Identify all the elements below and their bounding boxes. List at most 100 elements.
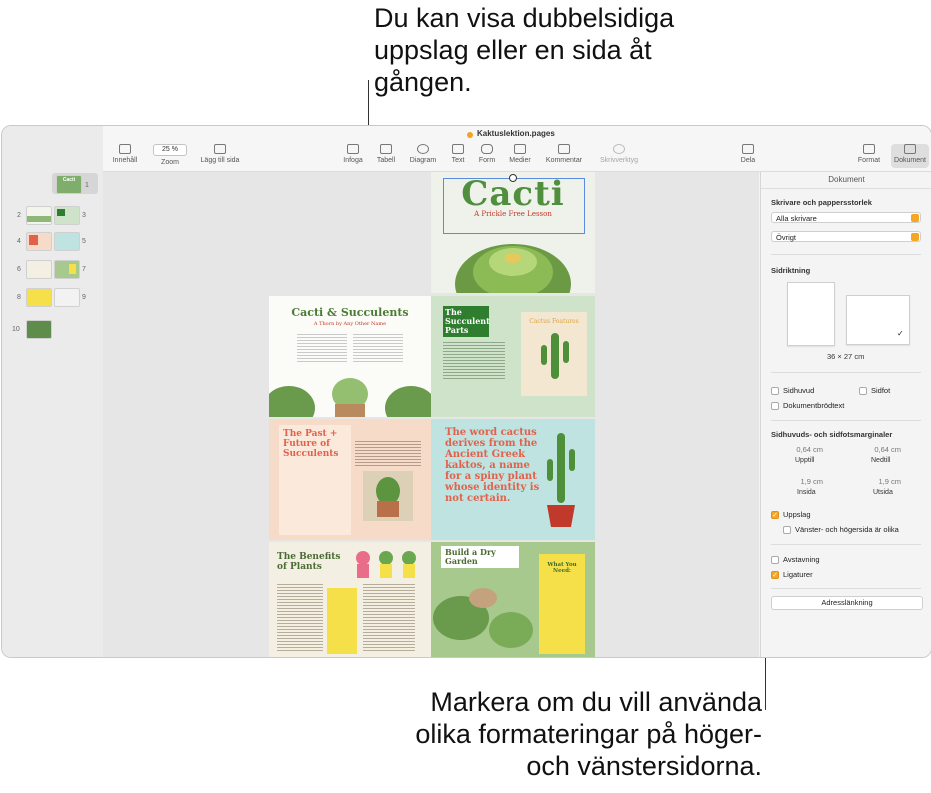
paper-size-popup[interactable]: Övrigt — [771, 231, 921, 242]
top-label: Upptill — [795, 457, 815, 464]
left-right-different-checkbox-box[interactable] — [783, 525, 791, 534]
footer-bottom-margin-field[interactable]: 0,64 cm — [851, 445, 901, 454]
page-3-cactus-illustration — [541, 333, 569, 379]
page-4-body-text — [355, 439, 421, 467]
page-2-body-text-2 — [353, 332, 403, 362]
table-label: Tabell — [376, 157, 396, 164]
page-6[interactable]: The Benefits of Plants — [269, 542, 431, 657]
shape-label: Form — [478, 157, 496, 164]
header-checkbox-box[interactable] — [771, 386, 779, 395]
table-button[interactable]: Tabell — [366, 144, 406, 164]
printer-popup-value: Alla skrivare — [776, 214, 817, 223]
comment-label: Kommentar — [545, 157, 583, 164]
page-3[interactable]: The Succulent Parts Cactus Features — [431, 296, 595, 417]
portrait-orientation-option[interactable] — [787, 282, 835, 346]
chart-label: Diagram — [409, 157, 437, 164]
divider — [771, 420, 921, 421]
facing-pages-checkbox-box[interactable]: ✓ — [771, 510, 779, 519]
comment-icon — [558, 144, 570, 154]
document-body-checkbox[interactable]: Dokumentbrödtext — [771, 401, 844, 410]
media-button[interactable]: Medier — [500, 144, 540, 164]
document-body-checkbox-box[interactable] — [771, 401, 779, 410]
selection-handle-top[interactable] — [509, 174, 517, 182]
inside-label: Insida — [797, 489, 816, 496]
left-right-different-checkbox[interactable]: Vänster- och högersida är olika — [783, 525, 899, 534]
pages-window: Cacti 1 2 3 4 5 6 7 8 9 10 Kaktuslektion… — [1, 125, 931, 658]
page-3-title: The Succulent Parts — [443, 306, 490, 337]
footer-checkbox[interactable]: Sidfot — [859, 386, 890, 395]
document-label: Dokument — [894, 157, 926, 164]
outside-label: Utsida — [873, 489, 893, 496]
thumbnail-page-3[interactable] — [54, 206, 80, 225]
thumbnail-page-1[interactable]: Cacti — [56, 175, 82, 194]
thumbnail-number-6: 6 — [17, 266, 21, 273]
thumbnail-page-4[interactable] — [26, 232, 52, 251]
divider — [771, 254, 921, 255]
format-button[interactable]: Format — [849, 144, 889, 164]
insert-icon — [347, 144, 359, 154]
ligatures-checkbox-box[interactable]: ✓ — [771, 570, 779, 579]
outside-margin-field[interactable]: 1,9 cm — [851, 477, 901, 486]
zoom-control[interactable]: 25 % Zoom — [150, 144, 190, 166]
page-cover[interactable]: Cacti A Prickle Free Lesson — [431, 172, 595, 293]
hyphenation-checkbox-box[interactable] — [771, 555, 779, 564]
writing-tools-label: Skrivverktyg — [599, 157, 639, 164]
paper-size-popup-value: Övrigt — [776, 233, 797, 242]
document-canvas[interactable]: Cacti A Prickle Free Lesson Cacti & Succ… — [103, 172, 759, 657]
table-icon — [380, 144, 392, 154]
page-6-body-text — [277, 582, 323, 652]
add-page-label: Lägg till sida — [200, 157, 240, 164]
inspector-tab-document[interactable]: Dokument — [761, 172, 931, 189]
writing-tools-button[interactable]: Skrivverktyg — [599, 144, 639, 164]
page-6-title: The Benefits of Plants — [277, 552, 341, 572]
selection-box[interactable] — [443, 178, 585, 234]
thumbnail-number-7: 7 — [82, 266, 86, 273]
comment-button[interactable]: Kommentar — [544, 144, 584, 164]
footer-checkbox-box[interactable] — [859, 386, 867, 395]
media-label: Medier — [509, 157, 531, 164]
facing-pages-checkbox-label: Uppslag — [783, 510, 811, 519]
add-page-icon — [214, 144, 226, 154]
printer-popup[interactable]: Alla skrivare — [771, 212, 921, 223]
page-7-title: Build a Dry Garden — [441, 546, 519, 568]
facing-pages-checkbox[interactable]: ✓ Uppslag — [771, 510, 811, 519]
callout-bottom-text: Markera om du vill använda olika formate… — [415, 687, 762, 781]
ligatures-checkbox[interactable]: ✓ Ligaturer — [771, 570, 813, 579]
thumbnail-page-7[interactable] — [54, 260, 80, 279]
thumbnail-page-10[interactable] — [26, 320, 52, 339]
add-page-button[interactable]: Lägg till sida — [200, 144, 240, 164]
margins-section-title: Sidhuvuds- och sidfotsmarginaler — [771, 430, 893, 439]
page-2-body-text — [297, 332, 347, 362]
page-5[interactable]: The word cactus derives from the Ancient… — [431, 419, 595, 540]
shape-icon — [481, 144, 493, 154]
share-button[interactable]: Dela — [728, 144, 768, 164]
zoom-popup[interactable]: 25 % — [153, 144, 187, 156]
text-label: Text — [451, 157, 465, 164]
sidebar-icon — [119, 144, 131, 154]
header-checkbox[interactable]: Sidhuvud — [771, 386, 814, 395]
page-2[interactable]: Cacti & Succulents A Thorn by Any Other … — [269, 296, 431, 417]
document-status-icon — [467, 132, 473, 138]
toolbar: Kaktuslektion.pages Innehåll 25 % Zoom L… — [103, 126, 931, 172]
header-top-margin-field[interactable]: 0,64 cm — [773, 445, 823, 454]
document-button[interactable]: Dokument — [890, 144, 930, 164]
chart-button[interactable]: Diagram — [403, 144, 443, 164]
thumbnail-page-8[interactable] — [26, 288, 52, 307]
window-title: Kaktuslektion.pages — [477, 129, 555, 138]
bookmarks-button[interactable]: Adresslänkning — [771, 596, 923, 610]
page-2-plants-image — [269, 378, 431, 417]
thumbnail-page-5[interactable] — [54, 232, 80, 251]
page-7-card-title: What You Need: — [547, 562, 577, 574]
page-4[interactable]: The Past + Future of Succulents — [269, 419, 431, 540]
thumbnail-number-4: 4 — [17, 238, 21, 245]
hyphenation-checkbox[interactable]: Avstavning — [771, 555, 820, 564]
thumbnail-page-6[interactable] — [26, 260, 52, 279]
thumbnail-page-9[interactable] — [54, 288, 80, 307]
page-5-cactus-illustration — [547, 433, 575, 527]
inside-margin-field[interactable]: 1,9 cm — [773, 477, 823, 486]
share-label: Dela — [740, 157, 756, 164]
sidebar-toggle-button[interactable]: Innehåll — [105, 144, 145, 164]
thumbnail-page-2[interactable] — [26, 206, 52, 225]
page-7[interactable]: Build a Dry Garden What You Need: — [431, 542, 595, 657]
page-3-body-text — [443, 340, 505, 380]
